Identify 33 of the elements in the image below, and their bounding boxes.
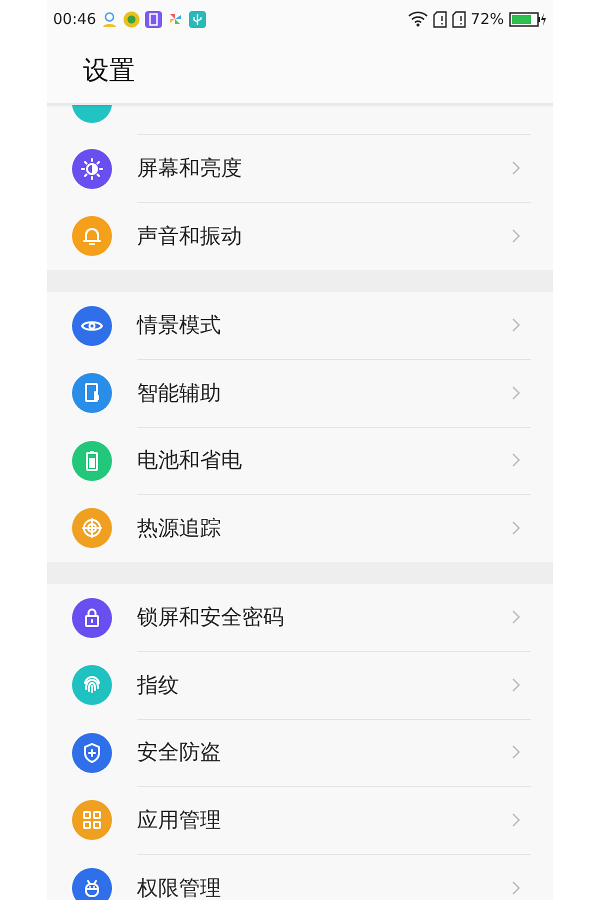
setting-label[interactable]: 智能辅助	[137, 378, 511, 407]
setting-label[interactable]: 指纹	[137, 670, 511, 699]
chevron-icon	[511, 744, 521, 760]
chevron-icon	[511, 812, 521, 828]
setting-label[interactable]: 热源追踪	[137, 514, 511, 542]
setting-label[interactable]: 锁屏和安全密码	[137, 603, 511, 632]
app-icon	[145, 10, 162, 28]
usb-icon	[189, 10, 206, 28]
setting-label[interactable]: 应用管理	[137, 806, 511, 834]
chevron-icon	[511, 452, 521, 468]
status-time: 00:46	[53, 10, 96, 28]
setting-label[interactable]: 权限管理	[137, 874, 511, 900]
sim-card-icon	[432, 10, 447, 28]
sim-card-icon	[452, 10, 466, 28]
setting-label[interactable]: 电池和省电	[137, 446, 511, 474]
chevron-icon	[511, 228, 521, 244]
battery-percent: 72%	[470, 10, 504, 28]
coin-icon	[123, 10, 140, 28]
chevron-icon	[511, 160, 521, 176]
chevron-icon	[511, 676, 521, 693]
setting-label[interactable]: 声音和振动	[137, 222, 511, 250]
battery-charging-icon	[509, 12, 547, 26]
chevron-icon	[511, 317, 521, 334]
page-title: 设置	[83, 55, 135, 88]
setting-label[interactable]: 情景模式	[137, 311, 511, 340]
chevron-icon	[511, 609, 521, 626]
setting-label[interactable]: 安全防盗	[137, 738, 511, 766]
wifi-icon	[408, 11, 428, 27]
setting-label[interactable]: 屏幕和亮度	[137, 154, 511, 182]
person-icon	[101, 10, 118, 28]
chevron-icon	[511, 384, 521, 401]
chevron-icon	[511, 880, 521, 896]
chevron-icon	[511, 520, 521, 536]
